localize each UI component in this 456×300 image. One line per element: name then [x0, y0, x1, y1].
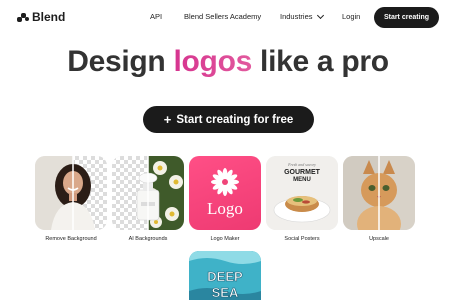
- card-upscale[interactable]: [343, 156, 415, 230]
- card-ocean-poster[interactable]: DEEP SEA: [189, 251, 261, 300]
- card-social-posters[interactable]: Fresh and savory GOURMET MENU: [266, 156, 338, 230]
- chevron-down-icon: [316, 11, 324, 19]
- blend-logo-icon: [17, 11, 29, 23]
- product-image-icon: [112, 156, 184, 230]
- start-creating-button[interactable]: Start creating: [374, 7, 439, 28]
- hero-title-end: like a pro: [252, 45, 389, 78]
- nav-industries-label: Industries: [280, 12, 313, 21]
- nav-link-login[interactable]: Login: [342, 12, 360, 21]
- svg-text:SEA: SEA: [212, 285, 239, 300]
- svg-text:GOURMET: GOURMET: [284, 169, 321, 176]
- hero-title-start: Design: [67, 45, 174, 78]
- cat-image-icon: [343, 156, 415, 230]
- plus-icon: +: [163, 112, 172, 127]
- start-creating-free-button[interactable]: + Start creating for free: [143, 106, 314, 133]
- nav-link-api[interactable]: API: [150, 12, 162, 21]
- flower-logo-icon: Logo: [207, 168, 243, 218]
- card-logo-maker[interactable]: Logo: [189, 156, 261, 230]
- portrait-image-icon: [35, 156, 107, 230]
- card-label-upscale: Upscale: [369, 236, 389, 242]
- logo-tile-text: Logo: [207, 199, 243, 218]
- food-poster-icon: Fresh and savory GOURMET MENU: [266, 156, 338, 230]
- svg-text:MENU: MENU: [293, 177, 311, 183]
- start-creating-free-label: Start creating for free: [176, 113, 294, 126]
- card-ai-backgrounds[interactable]: [112, 156, 184, 230]
- brand-name: Blend: [32, 10, 66, 24]
- ocean-poster-icon: DEEP SEA: [189, 251, 261, 300]
- nav-link-sellers-academy[interactable]: Blend Sellers Academy: [184, 12, 261, 21]
- hero-title-accent: logos: [173, 45, 253, 78]
- card-remove-background[interactable]: [35, 156, 107, 230]
- hero-title: Design logos like a pro: [0, 45, 456, 79]
- top-nav: Blend API Blend Sellers Academy Industri…: [0, 0, 456, 36]
- svg-text:DEEP: DEEP: [207, 269, 243, 284]
- brand-logo[interactable]: Blend: [17, 10, 65, 24]
- svg-text:Fresh and savory: Fresh and savory: [287, 162, 316, 167]
- nav-dropdown-industries[interactable]: Industries: [280, 11, 324, 21]
